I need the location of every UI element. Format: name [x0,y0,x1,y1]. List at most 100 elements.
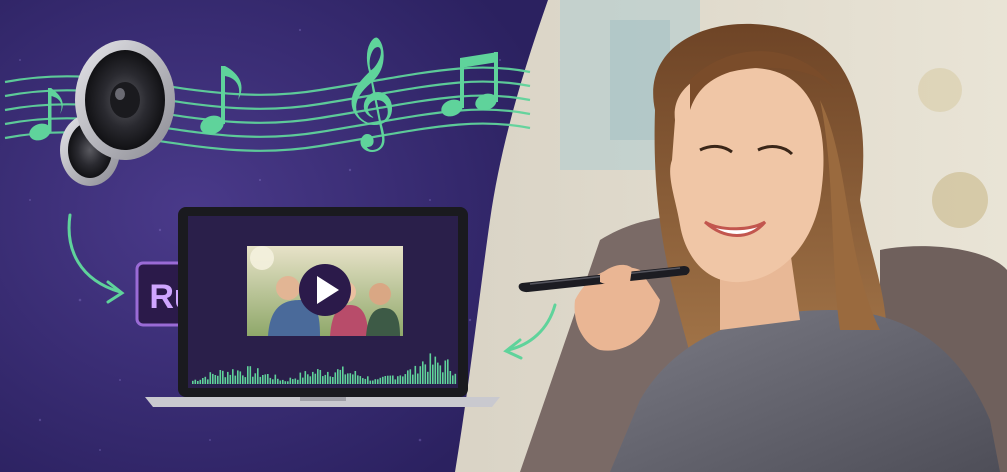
waveform-bar [229,374,232,384]
svg-text:𝄞: 𝄞 [340,35,397,152]
waveform-bar [437,362,439,384]
waveform-bar [452,375,454,384]
waveform-bar [294,378,297,384]
waveform-bar [352,374,354,384]
waveform-bar [357,375,359,384]
waveform-bar [244,377,247,384]
waveform-bar [232,369,234,384]
waveform-bar [367,376,369,384]
waveform-bar [287,381,289,384]
waveform-bar [454,373,457,384]
waveform-bar [209,372,212,384]
waveform-bar [272,379,274,384]
waveform-bar [289,377,292,384]
waveform-bar [447,359,449,384]
waveform-bar [239,371,242,384]
waveform-bar [312,371,314,384]
waveform-bar [234,375,237,384]
video-thumbnail[interactable] [247,246,403,336]
waveform-bar [262,375,264,384]
waveform-bar [444,360,447,384]
waveform-bar [192,380,194,384]
waveform-bar [212,373,214,384]
waveform-bar [409,369,412,384]
waveform-bar [259,376,262,384]
waveform-bar [372,380,374,384]
waveform-bar [382,376,384,384]
waveform-bar [237,370,239,384]
treble-clef-icon: 𝄞 [340,35,397,152]
waveform-bar [214,375,217,384]
waveform-bar [442,372,444,384]
waveform-bar [404,374,407,384]
waveform-bar [319,370,322,384]
waveform-bar [217,375,219,384]
waveform-bar [364,378,367,384]
waveform-bar [412,374,414,384]
waveform-bar [249,366,252,384]
waveform-bar [397,376,399,384]
waveform-bar [222,370,224,384]
banner-illustration: 𝄞 Ru [0,0,1007,472]
waveform-bar [202,378,204,384]
waveform-bar [354,371,357,384]
waveform-bar [417,373,419,384]
waveform-bar [332,377,334,384]
waveform-bar [322,376,324,384]
waveform-bar [282,379,284,384]
waveform-bar [432,364,434,384]
waveform-bar [299,372,302,384]
waveform-bar [347,373,349,384]
waveform-bar [327,371,329,384]
waveform-bar [419,366,422,384]
waveform-bar [344,374,347,384]
waveform-bar [422,361,424,384]
waveform-bar [304,371,307,384]
waveform-bar [392,375,394,384]
waveform-bar [204,376,207,384]
waveform-bar [254,373,257,384]
waveform-bar [194,379,197,384]
waveform-bar [219,370,222,384]
waveform-bar [297,379,299,384]
waveform-bar [374,379,377,384]
waveform-bar [274,374,277,384]
waveform-bar [292,379,294,384]
waveform-bar [224,377,227,384]
waveform-bar [387,375,389,384]
waveform-bar [324,374,327,384]
waveform-bar [424,364,427,384]
waveform-bar [207,379,209,384]
waveform-bar [227,371,229,384]
waveform-bar [269,377,272,384]
waveform-bar [314,373,317,384]
waveform-bar [439,365,442,384]
waveform-bar [329,376,332,384]
waveform-bar [307,374,309,384]
waveform-bar [349,373,352,384]
waveform-bar [429,353,432,384]
waveform-bar [334,372,337,384]
waveform-bar [309,376,312,384]
waveform-bar [449,371,452,384]
waveform-bar [362,378,364,384]
play-icon[interactable] [299,264,351,316]
waveform-bar [369,380,372,384]
waveform-bar [399,375,402,384]
waveform-bar [302,377,304,384]
waveform-bar [407,370,409,384]
waveform-bar [279,380,282,384]
waveform-bar [389,375,392,384]
waveform-bar [384,376,387,384]
waveform-bar [402,376,404,384]
waveform-bar [242,375,244,384]
waveform-bar [339,369,342,384]
waveform-bar [277,378,279,384]
waveform-bar [427,371,429,384]
waveform-bar [342,366,344,384]
waveform-bar [264,374,267,384]
banner-image: 𝄞 Ru [0,0,1007,472]
waveform-bar [317,369,319,384]
waveform-bar [199,379,202,384]
waveform-bar [284,381,287,384]
